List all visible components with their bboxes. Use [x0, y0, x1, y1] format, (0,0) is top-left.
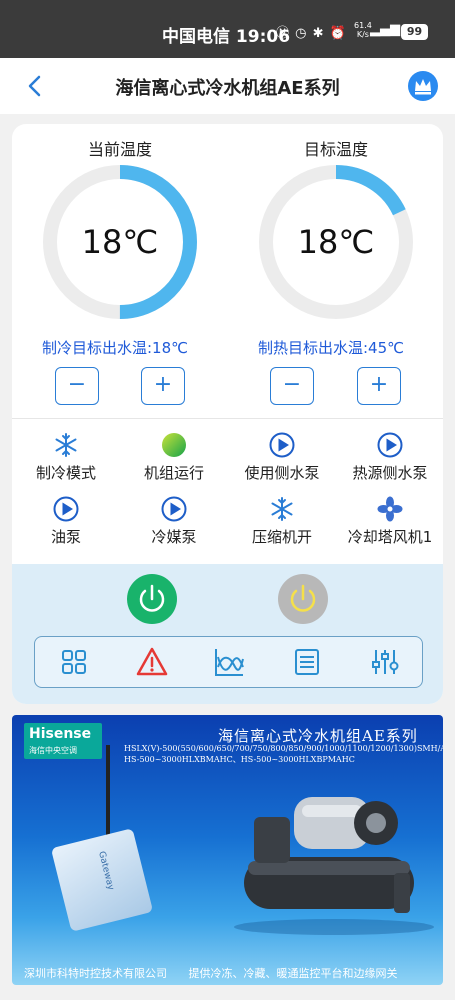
- net-speed-unit: K/s: [356, 30, 369, 39]
- status-bar: 中国电信 19:06 Ⓝ ◷ ✱ ⏰ 61.4 K/s ▂▄▆ 99: [0, 0, 455, 58]
- gateway-label: Gateway: [96, 850, 116, 892]
- banner-models: HSLX(V)-500(550/600/650/700/750/800/850/…: [124, 744, 443, 764]
- cooling-setpoint-label: 制冷目标出水温:18℃: [42, 339, 188, 357]
- banner-footer-right: 提供冷冻、冷藏、暖通监控平台和边缘网关: [188, 967, 398, 980]
- banner-footer-left: 深圳市科特时控技术有限公司: [24, 967, 167, 980]
- power-on-button[interactable]: [127, 574, 177, 624]
- status-label: 制冷模式: [35, 464, 96, 482]
- control-panel: [12, 564, 443, 704]
- target-temp-value: 18℃: [297, 223, 375, 261]
- app-header: 海信离心式冷水机组AE系列: [0, 58, 455, 114]
- settings-sliders-button[interactable]: [368, 645, 402, 679]
- status-unit-running: 机组运行: [120, 432, 228, 483]
- play-icon: [269, 432, 295, 458]
- status-label: 热源侧水泵: [352, 464, 428, 482]
- vip-button[interactable]: [408, 71, 438, 101]
- bottom-toolbar: [34, 636, 423, 688]
- gateway-device-image: Gateway: [50, 828, 154, 932]
- banner-footer: 深圳市科特时控技术有限公司 提供冷冻、冷藏、暖通监控平台和边缘网关: [24, 965, 434, 981]
- current-temp-label: 当前温度: [87, 140, 152, 159]
- plus-icon: +: [369, 372, 389, 397]
- power-off-button[interactable]: [278, 574, 328, 624]
- status-cooling-mode: 制冷模式: [12, 432, 120, 483]
- status-refrigerant-pump: 冷媒泵: [120, 496, 228, 547]
- grid-icon: [62, 650, 86, 674]
- crown-icon: [415, 79, 431, 95]
- heating-decrease-button[interactable]: −: [270, 367, 314, 405]
- carrier-time: 中国电信 19:06: [162, 27, 291, 47]
- brand-name: Hisense: [29, 726, 92, 742]
- list-button[interactable]: [290, 645, 324, 679]
- plus-icon: +: [153, 372, 173, 397]
- status-label: 油泵: [50, 528, 81, 546]
- status-label: 冷媒泵: [151, 528, 197, 546]
- cooling-increase-button[interactable]: +: [141, 367, 185, 405]
- current-temp-value: 18℃: [81, 223, 159, 261]
- status-label: 冷却塔风机1: [347, 528, 433, 546]
- status-heat-source-pump: 热源侧水泵: [336, 432, 443, 483]
- play-icon: [161, 496, 187, 522]
- heating-setpoint-label: 制热目标出水温:45℃: [258, 339, 404, 357]
- brand-subtitle: 海信中央空调: [29, 746, 77, 755]
- target-temp-label: 目标温度: [303, 140, 368, 159]
- trend-chart-button[interactable]: [212, 645, 246, 679]
- play-icon: [53, 496, 79, 522]
- control-card: 当前温度 目标温度 18℃ 18℃ 制冷目标出水温:18℃ 制热目标出水温:45…: [12, 124, 443, 704]
- power-icon: [290, 584, 316, 612]
- current-temp-gauge: 18℃: [40, 162, 200, 322]
- alarm-button[interactable]: [135, 645, 169, 679]
- hisense-logo: Hisense 海信中央空调: [24, 723, 102, 759]
- warning-icon: [136, 647, 168, 676]
- antenna-image: [106, 745, 110, 837]
- play-icon: [377, 432, 403, 458]
- fan-icon: [377, 496, 403, 522]
- signal-icon: ▂▄▆: [370, 22, 400, 37]
- status-label: 压缩机开: [251, 528, 312, 546]
- status-compressor-on: 压缩机开: [228, 496, 336, 547]
- page-title: 海信离心式冷水机组AE系列: [115, 78, 340, 99]
- sliders-icon: [372, 650, 399, 674]
- target-temp-gauge: 18℃: [256, 162, 416, 322]
- minus-icon: −: [282, 372, 302, 397]
- grid-menu-button[interactable]: [57, 645, 91, 679]
- power-icon: [139, 584, 165, 612]
- list-icon: [295, 649, 319, 675]
- status-user-side-pump: 使用侧水泵: [228, 432, 336, 483]
- status-icons: Ⓝ ◷ ✱ ⏰: [276, 26, 347, 41]
- cooling-decrease-button[interactable]: −: [55, 367, 99, 405]
- status-oil-pump: 油泵: [12, 496, 120, 547]
- snowflake-icon: [271, 497, 293, 521]
- battery-icon: 99: [401, 24, 428, 40]
- heating-increase-button[interactable]: +: [357, 367, 401, 405]
- minus-icon: −: [67, 372, 87, 397]
- status-label: 机组运行: [143, 464, 204, 482]
- line-chart-icon: [215, 649, 244, 676]
- chiller-unit-image: [234, 797, 434, 935]
- product-banner[interactable]: Hisense 海信中央空调 海信离心式冷水机组AE系列 HSLX(V)-500…: [12, 715, 443, 985]
- divider: [12, 418, 443, 419]
- green-dot-icon: [162, 433, 186, 457]
- status-label: 使用侧水泵: [244, 464, 320, 482]
- status-cooling-tower-fan: 冷却塔风机1: [336, 496, 443, 547]
- snowflake-icon: [55, 433, 77, 457]
